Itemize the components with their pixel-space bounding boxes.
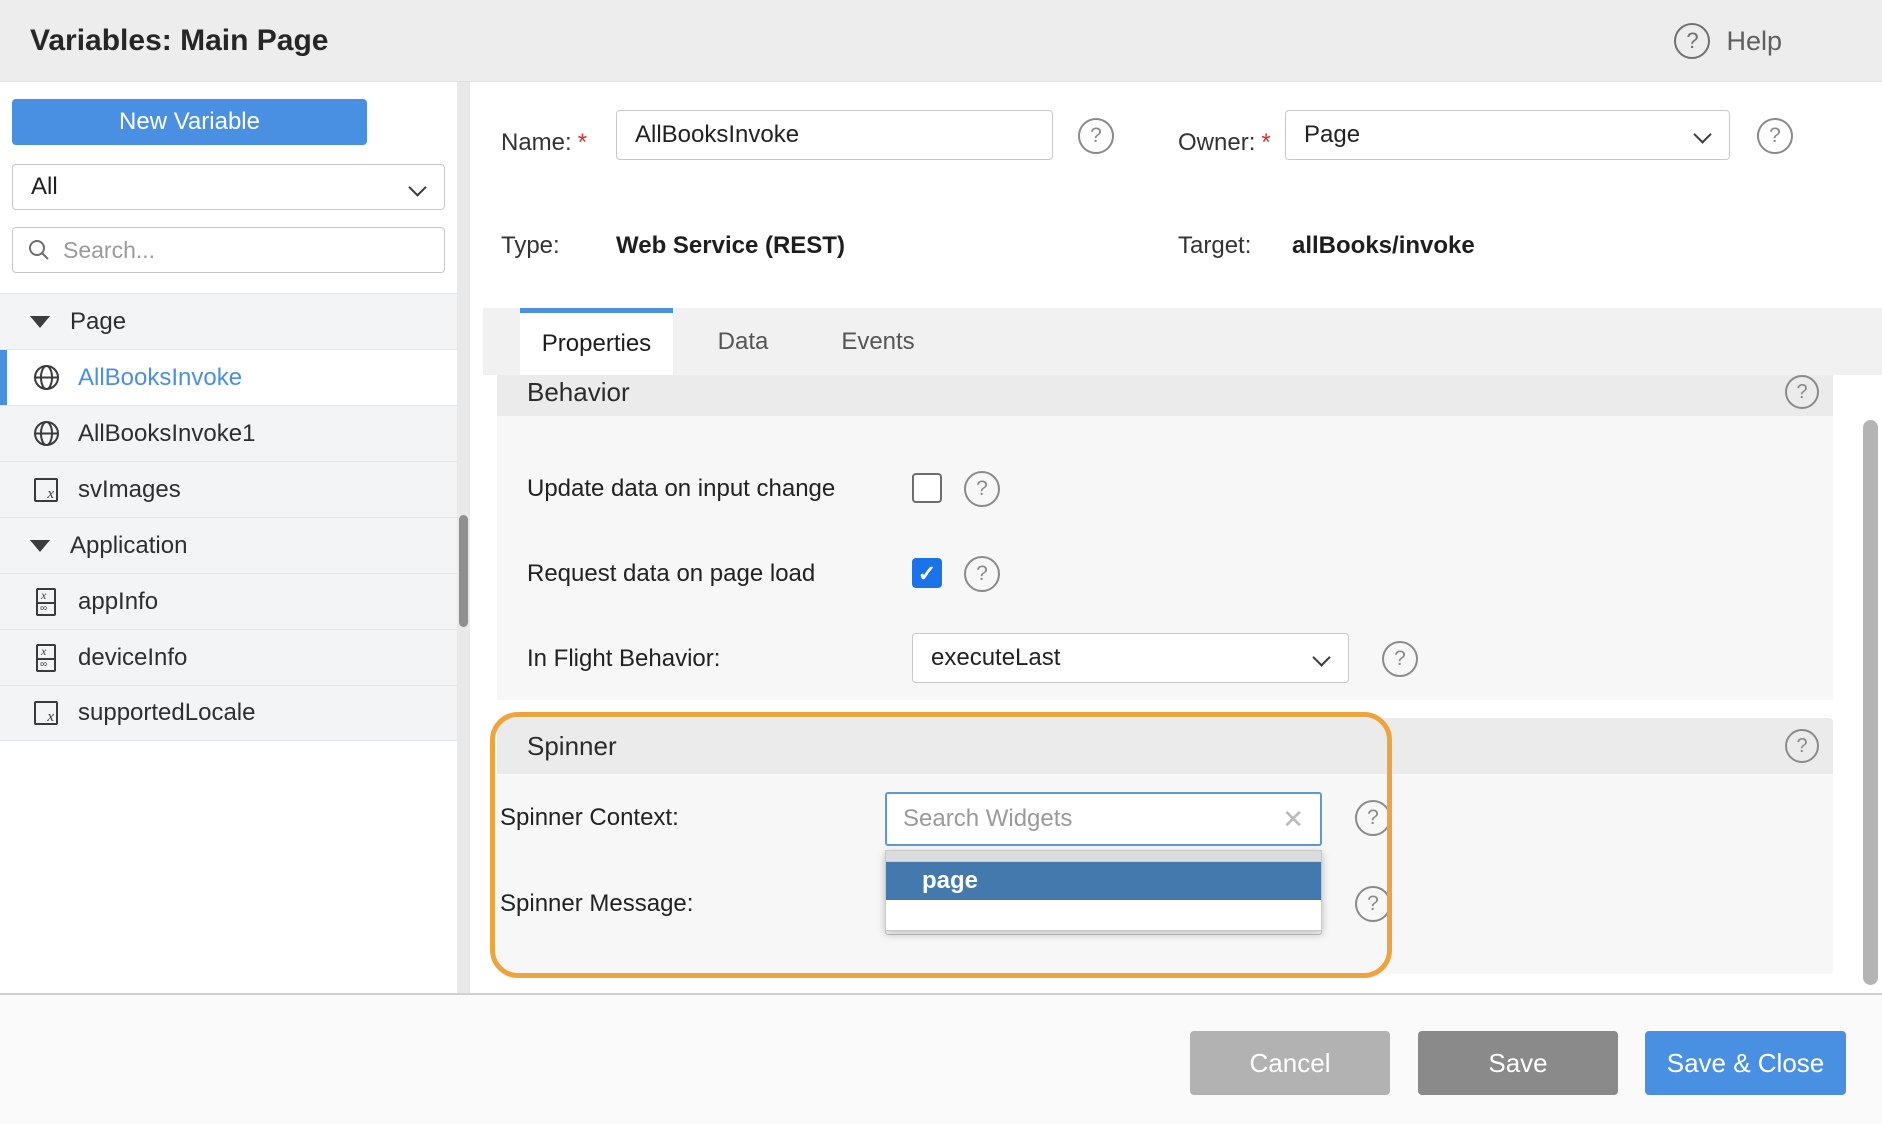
target-value: allBooks/invoke [1292,232,1475,260]
request-data-help-icon[interactable]: ? [964,556,1000,592]
tree-item-allbooksinvoke[interactable]: AllBooksInvoke [0,349,457,405]
dialog-footer: Cancel Save Save & Close [0,995,1882,1124]
spinner-message-help-icon[interactable]: ? [1355,886,1391,922]
help-label[interactable]: Help [1726,26,1782,57]
model-variable-icon: x∞ [32,644,60,672]
tab-data[interactable]: Data [688,308,798,375]
owner-value: Page [1304,121,1360,148]
behavior-section-header: Behavior ? [497,368,1833,416]
owner-select[interactable]: Page [1285,110,1730,160]
request-data-checkbox[interactable]: ✓ [912,558,942,588]
save-and-close-button[interactable]: Save & Close [1645,1031,1846,1095]
type-label: Type: [501,232,560,260]
tree-item-deviceinfo[interactable]: x∞ deviceInfo [0,629,457,685]
target-label: Target: [1178,232,1251,260]
spinner-help-icon[interactable]: ? [1785,729,1819,763]
triangle-down-icon [30,540,50,552]
web-service-icon [32,420,60,447]
update-data-help-icon[interactable]: ? [964,471,1000,507]
search-input[interactable] [63,237,430,264]
sidebar-scrollbar-thumb[interactable] [459,515,468,627]
variable-filter-value: All [31,173,58,200]
editor-tabstrip: Properties Data Events [483,308,1882,375]
dropdown-top-strip [886,851,1321,862]
main-scrollbar-thumb[interactable] [1863,420,1878,985]
web-service-icon [32,364,60,391]
search-icon [27,238,51,262]
behavior-section: Behavior ? Update data on input change ?… [497,368,1833,700]
service-variable-icon: x [32,478,60,502]
variable-search[interactable] [12,227,445,273]
spinner-context-dropdown: page [885,850,1322,931]
chevron-down-icon [1312,648,1330,666]
chevron-down-icon [408,178,426,196]
owner-help-icon[interactable]: ? [1757,118,1793,154]
spinner-context-help-icon[interactable]: ? [1355,800,1391,836]
in-flight-behavior-select[interactable]: executeLast [912,633,1349,683]
behavior-section-title: Behavior [527,368,630,416]
name-input[interactable] [616,110,1053,160]
page-title: Variables: Main Page [30,0,328,82]
dialog-header: Variables: Main Page ? Help [0,0,1882,82]
service-variable-icon: x [32,701,60,725]
spinner-context-label: Spinner Context: [500,804,679,832]
save-button[interactable]: Save [1418,1031,1618,1095]
triangle-down-icon [30,316,50,328]
request-data-label: Request data on page load [527,560,815,588]
update-data-checkbox[interactable] [912,473,942,503]
behavior-section-body: Update data on input change ? Request da… [497,416,1833,700]
tree-item-svimages[interactable]: x svImages [0,461,457,517]
tab-events[interactable]: Events [813,308,943,375]
tree-item-supportedlocale[interactable]: x supportedLocale [0,685,457,741]
owner-label: Owner:* [1178,129,1271,157]
update-data-label: Update data on input change [527,475,835,503]
tree-group-application[interactable]: Application [0,517,457,573]
clear-icon[interactable]: ✕ [1282,804,1304,835]
help-area[interactable]: ? Help [1674,0,1782,82]
chevron-down-icon [1693,125,1711,143]
variable-tree: Page AllBooksInvoke AllBooksInvoke1 x sv… [0,293,457,741]
spinner-section-title: Spinner [527,718,617,774]
variables-dialog: Variables: Main Page ? Help New Variable… [0,0,1882,1124]
tree-item-allbooksinvoke1[interactable]: AllBooksInvoke1 [0,405,457,461]
dropdown-empty-area [886,900,1321,930]
in-flight-behavior-label: In Flight Behavior: [527,645,720,673]
name-help-icon[interactable]: ? [1078,118,1114,154]
model-variable-icon: x∞ [32,588,60,616]
spinner-message-label: Spinner Message: [500,890,693,918]
spinner-section: Spinner ? [497,718,1833,974]
type-value: Web Service (REST) [616,232,845,260]
tree-group-page[interactable]: Page [0,293,457,349]
new-variable-button[interactable]: New Variable [12,99,367,145]
dropdown-option-page[interactable]: page [886,862,1321,900]
help-icon[interactable]: ? [1674,23,1710,59]
variable-sidebar: New Variable All Page AllBooksInvoke [0,82,457,993]
spinner-section-header: Spinner ? [497,718,1833,774]
name-label: Name:* [501,129,587,157]
variable-editor: Name:* ? Owner:* Page ? Type: Web Servic… [470,82,1882,993]
spinner-context-combo[interactable]: ✕ [885,792,1322,846]
variable-filter-select[interactable]: All [12,164,445,210]
tree-item-appinfo[interactable]: x∞ appInfo [0,573,457,629]
in-flight-behavior-value: executeLast [931,644,1060,671]
cancel-button[interactable]: Cancel [1190,1031,1390,1095]
required-marker: * [578,129,587,156]
tab-properties[interactable]: Properties [520,308,673,375]
spinner-context-input[interactable] [903,805,1282,833]
required-marker: * [1261,129,1270,156]
in-flight-behavior-help-icon[interactable]: ? [1382,641,1418,677]
behavior-help-icon[interactable]: ? [1785,375,1819,409]
